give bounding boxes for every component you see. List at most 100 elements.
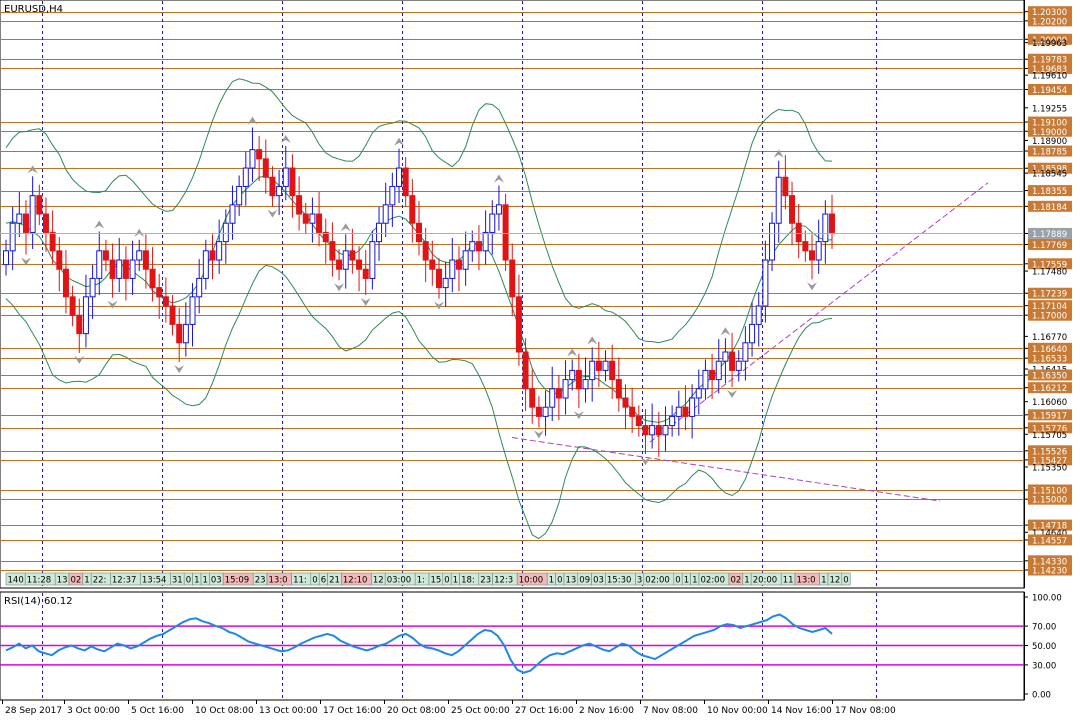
session-label: 140 [5,572,26,586]
time-axis-label: 13 Oct 00:00 [259,706,318,716]
session-label: 21 [327,572,342,586]
svg-text:1: 1 [549,576,554,586]
session-label: 02 [68,572,84,586]
svg-text:11: 11 [783,576,794,586]
price-tick-label: 1.18545 [1032,170,1067,180]
svg-text:1: 1 [692,576,697,586]
svg-text:15:30: 15:30 [607,576,632,586]
chart-window[interactable]: EURUSD,H4 140 11:28 13 02 1 22: 12:37 13:54 31 0 1… [0,0,1080,720]
session-label: 13:54 [140,572,171,586]
price-tick-label: 1.17000 [1032,312,1067,322]
price-tick-label: 1.16060 [1032,398,1067,408]
svg-text:13: 13 [566,576,577,586]
session-label: 1 [742,572,752,586]
time-axis-label: 27 Oct 16:00 [515,706,574,716]
price-tick-label: 1.18355 [1032,187,1067,197]
svg-text:11:28: 11:28 [27,576,52,586]
svg-text:140: 140 [8,576,24,586]
session-label: 0 [310,572,320,586]
price-tick-label: 1.15705 [1032,431,1067,441]
price-tick-label: 1.16350 [1032,372,1067,382]
session-label: 02:00 [698,572,730,586]
price-tick-label: 1.18184 [1032,203,1067,213]
session-label: 20:00 [750,572,782,586]
svg-text:22:: 22: [93,576,107,586]
session-label: 15 [428,572,444,586]
price-tick-label: 1.15350 [1032,463,1067,473]
svg-text:15: 15 [431,576,442,586]
svg-text:12:10: 12:10 [343,576,368,586]
svg-text:21: 21 [329,576,340,586]
svg-text:12: 12 [373,576,384,586]
time-axis-label: 10 Nov 00:00 [707,706,768,716]
session-label: 1 [819,572,829,586]
time-axis-label: 14 Nov 16:00 [771,706,832,716]
session-label: 03:00 [384,572,416,586]
session-label: 23 [478,572,493,586]
price-tick-label: 1.15917 [1032,411,1067,421]
svg-text:02:00: 02:00 [645,576,670,586]
session-label: 0 [841,572,851,586]
svg-text:12: 12 [830,576,841,586]
price-tick-label: 1.19255 [1032,104,1067,114]
session-label: 03 [209,572,224,586]
session-label: 1 [192,572,202,586]
session-label: 13:0 [794,572,820,586]
svg-text:02: 02 [71,576,82,586]
svg-text:1: 1 [744,576,749,586]
session-label: 1: [414,572,430,586]
price-tick-label: 1.15000 [1032,496,1067,506]
session-label: 02 [728,572,744,586]
price-tick-label: 1.16770 [1032,333,1067,343]
svg-text:1: 1 [821,576,826,586]
svg-text:1:: 1: [417,576,425,586]
time-axis-label: 17 Oct 16:00 [323,706,382,716]
session-label: 12:10 [341,572,372,586]
rsi-tick-label: 30.00 [1032,661,1056,671]
session-label: 31 [170,572,185,586]
session-label: 0 [183,572,193,586]
symbol-title: EURUSD,H4 [4,4,63,15]
session-label: 15:09 [222,572,254,586]
svg-text:03:00: 03:00 [387,576,412,586]
session-label: 1 [200,572,210,586]
session-label: 11:28 [24,572,56,586]
price-tick-label: 1.20200 [1032,17,1067,27]
price-axis[interactable]: 1.203001.202001.200001.199631.197831.196… [1024,0,1072,588]
session-label: 11 [780,572,796,586]
svg-text:02: 02 [731,576,742,586]
session-label: 3 [635,572,645,586]
svg-text:11:: 11: [293,576,307,586]
session-label: 1 [690,572,700,586]
svg-text:0: 0 [557,576,562,586]
svg-text:12:37: 12:37 [112,576,136,586]
price-tick-label: 1.18785 [1032,148,1067,158]
time-axis-label: 20 Oct 08:00 [387,706,446,716]
price-tick-label: 1.16212 [1032,384,1067,394]
rsi-tick-label: 100.00 [1032,594,1062,604]
session-label: 6 [318,572,328,586]
svg-text:13:0: 13:0 [797,576,816,586]
svg-text:15:09: 15:09 [225,576,250,586]
price-tick-label: 1.14557 [1032,536,1067,546]
session-label: 10:00 [516,572,548,586]
svg-text:23: 23 [255,576,266,586]
svg-text:20:00: 20:00 [753,576,778,586]
svg-text:3: 3 [637,576,642,586]
svg-text:13:0: 13:0 [269,576,288,586]
session-label: 1 [82,572,92,586]
svg-text:09: 09 [579,576,590,586]
price-tick-label: 1.18900 [1032,137,1067,147]
time-axis-label: 5 Oct 16:00 [131,706,184,716]
time-axis-label: 25 Oct 00:00 [451,706,510,716]
rsi-tick-label: 0.00 [1032,691,1051,701]
session-label: 15:30 [605,572,636,586]
session-label: 22: [90,572,111,586]
session-label: 12 [827,572,843,586]
svg-text:13: 13 [57,576,68,586]
svg-text:03: 03 [211,576,222,586]
price-tick-label: 1.17889 [1032,230,1067,240]
svg-text:13:54: 13:54 [142,576,167,586]
session-label: 12:3 [492,572,518,586]
svg-text:6: 6 [321,576,326,586]
